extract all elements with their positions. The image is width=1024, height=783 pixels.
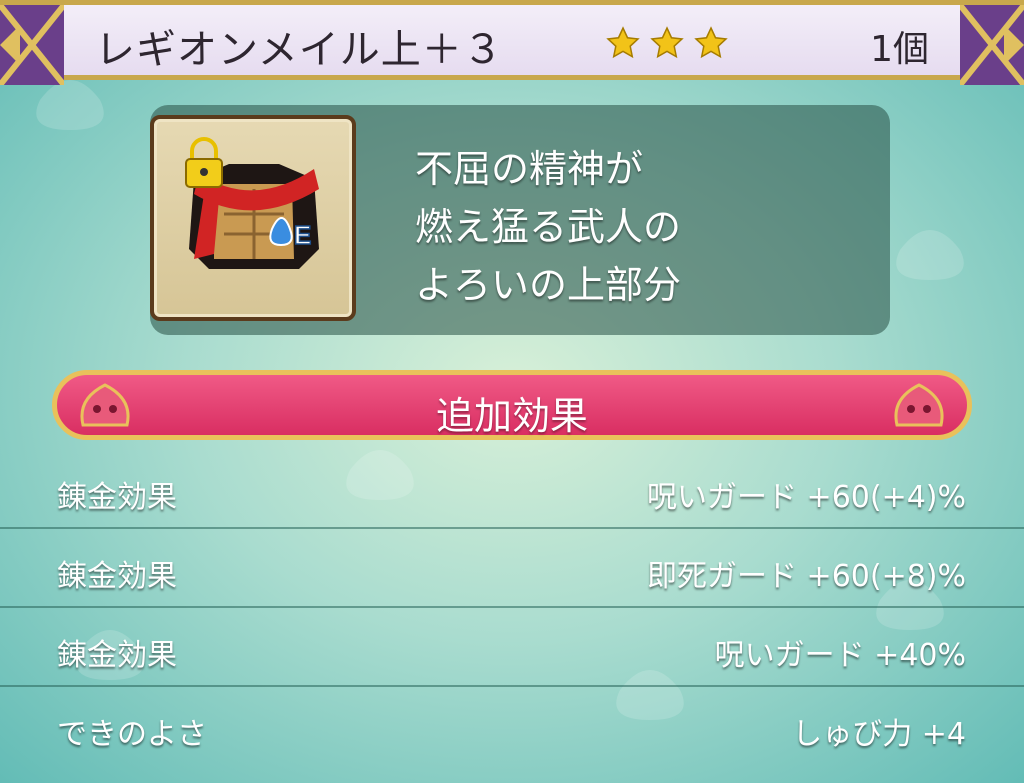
effect-value: 即死ガード +60(+8)%	[647, 559, 966, 594]
effect-row: 錬金効果 呪いガード +40%	[0, 608, 1024, 687]
item-quantity: 1個	[870, 29, 929, 70]
item-header: レギオンメイル上＋３ 1個	[0, 0, 1024, 85]
description-line: 燃え猛る武人の	[415, 205, 682, 249]
equipped-badge: E	[294, 220, 311, 250]
effect-value: 呪いガード +60(+4)%	[647, 480, 966, 515]
effect-value: しゅび力 +4	[792, 717, 966, 752]
effect-label: 錬金効果	[57, 638, 177, 673]
effect-row: 錬金効果 呪いガード +60(+4)%	[0, 450, 1024, 529]
effect-row: できのよさ しゅび力 +4	[0, 687, 1024, 766]
effect-label: 錬金効果	[57, 480, 177, 515]
effect-label: できのよさ	[57, 717, 207, 752]
rarity-stars	[605, 25, 729, 61]
description-line: 不屈の精神が	[415, 147, 644, 191]
effect-row: 錬金効果 即死ガード +60(+8)%	[0, 529, 1024, 608]
corner-ornament-right	[960, 5, 1024, 85]
section-title: 追加効果	[435, 394, 588, 438]
additional-effects-banner: 追加効果	[52, 370, 972, 440]
effect-label: 錬金効果	[57, 559, 177, 594]
item-description: 不屈の精神が 燃え猛る武人の よろいの上部分	[415, 140, 845, 314]
corner-ornament-left	[0, 5, 64, 85]
star-icon	[606, 26, 640, 59]
description-line: よろいの上部分	[415, 263, 682, 307]
slime-icon	[894, 383, 944, 427]
effect-value: 呪いガード +40%	[714, 638, 966, 673]
star-icon	[650, 26, 684, 59]
item-icon-frame[interactable]: E	[150, 115, 356, 321]
item-name: レギオンメイル上＋３	[95, 27, 504, 73]
torso-armor-icon: E	[185, 137, 319, 269]
effects-list: 錬金効果 呪いガード +60(+4)% 錬金効果 即死ガード +60(+8)% …	[0, 450, 1024, 766]
lock-icon	[185, 137, 223, 188]
star-icon	[694, 26, 728, 59]
